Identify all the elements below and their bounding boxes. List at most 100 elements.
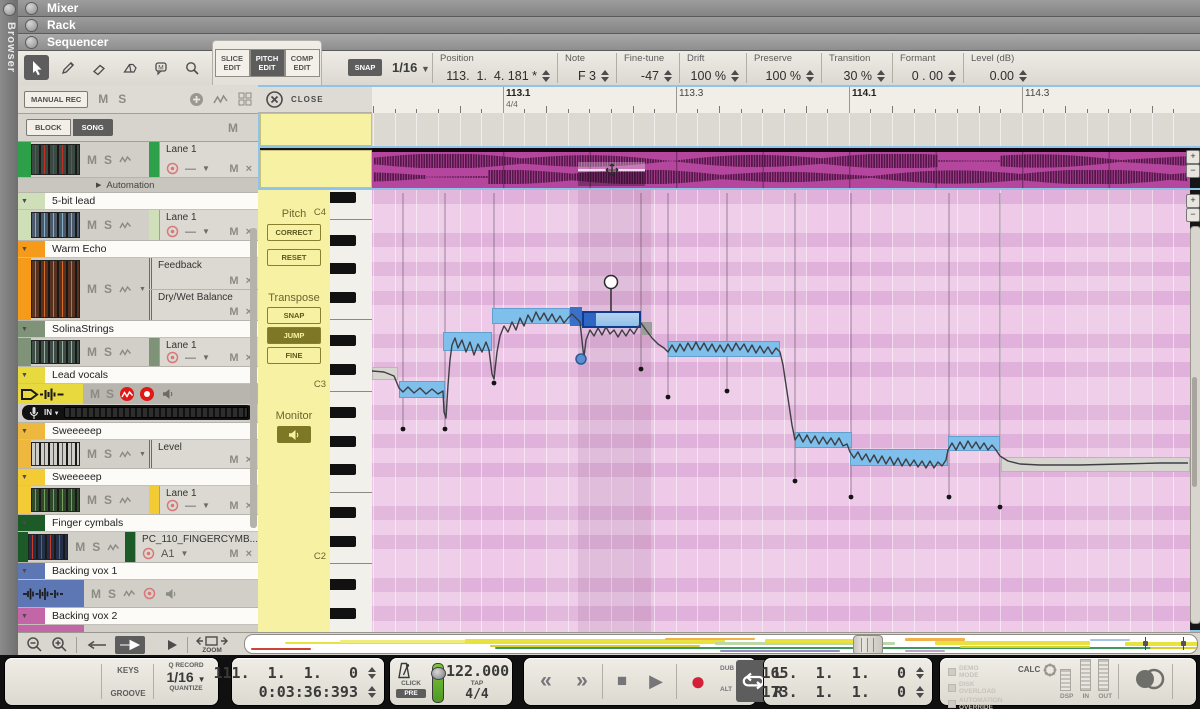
track-solo-button[interactable]: S [106,387,114,401]
track-mute-button[interactable]: M [87,493,97,507]
pitch-note-area[interactable] [372,190,1190,632]
field-value[interactable]: F 3 [578,69,596,83]
sequencer-window-bar[interactable]: Sequencer [18,34,1200,51]
automation-icon[interactable] [119,155,132,164]
clip-zoom-out-button[interactable]: − [1186,164,1200,178]
rack-window-bar[interactable]: Rack [18,17,1200,34]
cursor-tool-button[interactable] [24,55,49,80]
track-name-row[interactable]: ▼ Backing vox 2 [18,608,258,625]
monitor-speaker-button[interactable] [277,426,311,443]
left-locator-spinner[interactable] [916,667,924,679]
note-lane[interactable]: Lane 1 — ▼ M× [149,486,258,514]
eraser-tool-button[interactable] [86,55,111,80]
track-mute-button[interactable]: M [90,387,100,401]
piano-black-key[interactable] [330,192,356,203]
lane-mute-button[interactable]: M [229,226,238,238]
right-locator-value[interactable]: 173. 1. 1. 0 [762,683,907,701]
pitch-reset-button[interactable]: RESET [267,249,321,266]
mixer-window-bar[interactable]: Mixer [18,0,1200,17]
collapse-track-icon[interactable]: ▼ [21,613,28,620]
current-edit-target-button[interactable] [115,636,145,654]
track-solo-button[interactable]: S [108,587,116,601]
automation-menu-icon[interactable] [213,94,229,105]
click-level-fader[interactable] [432,663,444,703]
marker-tool-button[interactable]: M [148,55,173,80]
note-scroll-handle[interactable] [1192,377,1197,487]
field-spinner[interactable] [664,70,672,82]
chevron-down-icon[interactable]: ▼ [202,164,210,173]
track-name-row[interactable]: ▼ Warm Echo [18,241,258,258]
piano-black-key[interactable] [330,608,356,619]
lane-take-value[interactable]: — [185,226,196,238]
browser-window-button[interactable] [3,3,16,16]
automation-icon[interactable] [119,348,132,357]
pitch-correct-button[interactable]: CORRECT [267,224,321,241]
lane-take-value[interactable]: — [185,500,196,512]
piano-black-key[interactable] [330,507,356,518]
rack-window-button[interactable] [25,19,38,32]
lane-mute-button[interactable]: M [229,454,238,466]
mixer-window-button[interactable] [25,2,38,15]
field-value[interactable]: 0 . 00 [912,69,943,83]
master-solo-button[interactable]: S [118,92,126,106]
lane-record-icon[interactable] [166,351,179,364]
automation-lane[interactable]: Feedback M× [149,258,258,290]
dub-button[interactable]: DUB [720,665,734,672]
automation-lane[interactable]: Level M× [149,440,258,468]
loop-left-pin[interactable] [1145,637,1146,650]
piano-black-key[interactable] [330,536,356,547]
note-area-scrollbar[interactable] [1190,226,1200,624]
zoom-out-icon[interactable] [26,636,43,653]
device-thumbnail[interactable] [31,260,80,318]
field-spinner[interactable] [948,70,956,82]
razor-tool-button[interactable] [117,55,142,80]
track-grid-icon[interactable] [238,92,252,106]
collapse-track-icon[interactable]: ▼ [21,246,28,253]
browser-sidebar-strip[interactable]: Browser [0,0,18,655]
device-thumbnail[interactable] [28,534,68,560]
chevron-down-icon[interactable]: ▼ [202,353,210,362]
close-icon[interactable] [266,91,283,108]
piano-black-key[interactable] [330,235,356,246]
field-value[interactable]: 0.00 [990,69,1014,83]
pitch-edit-button[interactable]: PITCH EDIT [250,49,285,77]
track-name-row[interactable]: ▼ Lead vocals [18,367,258,384]
lane-mute-button[interactable]: M [229,306,238,318]
piano-black-key[interactable] [330,579,356,590]
track-solo-button[interactable]: S [104,493,112,507]
lane-take-value[interactable]: — [185,352,196,364]
track-name-row[interactable]: ▼ SolinaStrings [18,321,258,338]
song-position-time[interactable]: 0:03:36:393 [259,683,358,701]
field-spinner[interactable] [806,70,814,82]
transpose-jump-button[interactable]: JUMP [267,327,321,344]
lane-mute-button[interactable]: M [229,548,238,560]
track-mute-button[interactable]: M [87,153,97,167]
click-label[interactable]: CLICK [396,680,426,687]
track-mute-button[interactable]: M [87,282,97,296]
block-mode-button[interactable]: BLOCK [26,119,71,136]
sequencer-window-button[interactable] [25,36,38,49]
automation-disclosure-row[interactable]: ▶ Automation [18,177,258,192]
collapse-track-icon[interactable]: ▼ [21,326,28,333]
piano-black-key[interactable] [330,464,356,475]
automation-icon[interactable] [123,589,136,598]
track-solo-button[interactable]: S [104,218,112,232]
add-track-icon[interactable] [189,92,204,107]
piano-keyboard[interactable] [330,190,373,632]
arrange-empty-lane[interactable] [372,113,1200,146]
fast-forward-button[interactable]: » [566,662,598,700]
field-value[interactable]: 113. 1. 4. 181 * [446,69,537,83]
chevron-down-icon[interactable]: ▼ [202,501,210,510]
lane-mute-button[interactable]: M [229,163,238,175]
lane-record-icon[interactable] [142,547,155,560]
automation-icon[interactable] [119,450,132,459]
clip-zoom-in-button[interactable]: + [1186,150,1200,164]
fader-knob[interactable] [431,667,446,680]
magnify-tool-button[interactable] [179,55,204,80]
field-spinner[interactable] [1019,70,1027,82]
track-name-row[interactable]: ▼ Sweeeeep [18,469,258,486]
piano-black-key[interactable] [330,436,356,447]
field-spinner[interactable] [877,70,885,82]
play-button[interactable]: ▶ [640,662,672,700]
collapse-track-icon[interactable]: ▼ [21,520,28,527]
